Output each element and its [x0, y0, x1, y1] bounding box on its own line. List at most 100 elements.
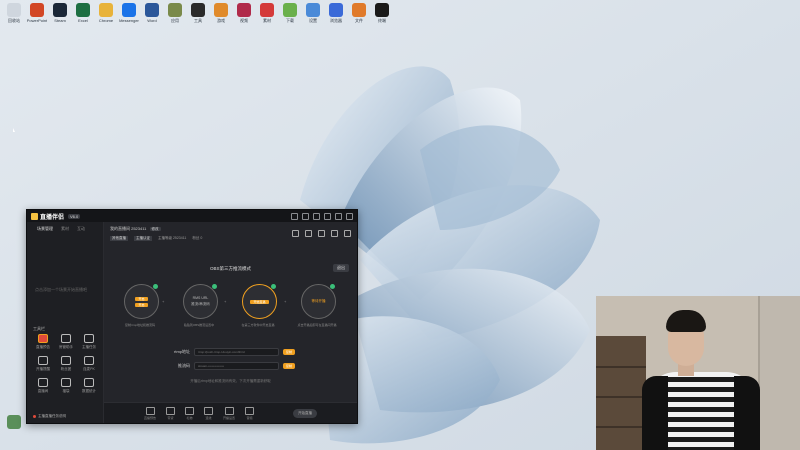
close-icon[interactable]	[346, 212, 353, 220]
step-4-status: 等待开播	[311, 299, 326, 303]
category-chip[interactable]: 其他直播	[110, 236, 128, 241]
desktop-icon[interactable]: Steam	[50, 3, 70, 23]
tool-label: 主播任务	[82, 345, 96, 349]
desktop-icon-label: Chrome	[98, 18, 114, 23]
app-icon	[237, 3, 251, 17]
desktop-icon[interactable]: 回收站	[4, 3, 24, 23]
tool-label: 房管助手	[59, 345, 73, 349]
desktop-icon[interactable]: 终端	[372, 3, 392, 23]
settings-icon[interactable]	[291, 212, 298, 220]
bottom-tool-item[interactable]: 连线	[204, 406, 214, 420]
tool-item[interactable]: 福袋	[56, 378, 76, 394]
desktop-icon[interactable]: Chrome	[96, 3, 116, 23]
rtmp-label: rtmp地址	[174, 349, 190, 354]
mic-icon[interactable]	[331, 230, 338, 237]
share-icon[interactable]	[292, 230, 299, 237]
desktop-icon[interactable]: Word	[142, 3, 162, 23]
desktop-icon[interactable]: 设置	[303, 3, 323, 23]
desktop-icon-label: 视频	[240, 18, 248, 23]
step-1-button-a[interactable]: 开启	[135, 296, 148, 301]
copy-stream-key-button[interactable]: 复制	[283, 363, 296, 369]
desktop-icon-label: 文件	[355, 18, 363, 23]
record-icon[interactable]	[305, 230, 312, 237]
desktop-icon[interactable]: Excel	[73, 3, 93, 23]
tool-icon	[38, 356, 48, 365]
desktop-icon[interactable]: 工具	[188, 3, 208, 23]
app-icon	[260, 3, 274, 17]
tool-icon	[61, 378, 71, 387]
mouse-cursor-icon	[13, 128, 15, 132]
step-1-button-b[interactable]: 开启	[135, 302, 148, 307]
bottom-tool-item[interactable]: 开播设置	[223, 406, 235, 420]
tool-item[interactable]: 连麦PK	[79, 356, 99, 372]
tool-item[interactable]: 房管助手	[56, 334, 76, 350]
tool-item[interactable]: 直播间	[33, 378, 53, 394]
menu-icon[interactable]	[313, 212, 320, 220]
arrow-icon: +	[284, 299, 287, 304]
tool-item[interactable]: 数据统计	[79, 378, 99, 394]
tab-scenes[interactable]: 场景管理	[37, 226, 53, 232]
tools-title: 工具栏	[33, 326, 45, 331]
app-icon	[375, 3, 389, 17]
skin-icon[interactable]	[302, 212, 309, 220]
desktop-icon[interactable]: Messenger	[119, 3, 139, 23]
beauty-icon[interactable]	[318, 230, 325, 237]
app-icon	[168, 3, 182, 17]
desktop-icon[interactable]: 下载	[280, 3, 300, 23]
bottom-tool-item[interactable]: 带货	[166, 406, 176, 420]
tab-interact[interactable]: 互动	[77, 226, 85, 232]
app-icon	[145, 3, 159, 17]
check-icon	[330, 284, 335, 289]
obs-hint: 开播后rtmp地址和推流码有效，下次开播需重新获取	[190, 379, 271, 383]
desktop-icon[interactable]: 浏览器	[326, 3, 346, 23]
copy-rtmp-button[interactable]: 复制	[283, 349, 296, 355]
start-live-main-button[interactable]: 开始直播	[293, 408, 317, 418]
rtmp-input[interactable]: rtmp://push-rtmp-l.douyin.com/third	[194, 348, 279, 356]
bottom-tool-label: 带货	[167, 415, 174, 420]
check-icon	[271, 284, 276, 289]
tool-item[interactable]: 直播预告	[33, 334, 53, 350]
bottom-tool-icon	[224, 406, 234, 415]
edit-room-button[interactable]: 修改	[149, 227, 161, 231]
arrow-icon: +	[162, 299, 165, 304]
app-title: 直播伴侣	[40, 214, 65, 221]
desktop-icon[interactable]: PowerPoint	[27, 3, 47, 23]
app-icon	[122, 3, 136, 17]
desktop-icon-bottom[interactable]	[4, 415, 24, 429]
step-4: 等待开播	[301, 284, 336, 319]
auth-chip[interactable]: 主播认证	[134, 236, 152, 241]
tool-item[interactable]: 主播任务	[79, 334, 99, 350]
door	[758, 296, 800, 450]
maximize-icon[interactable]	[335, 212, 342, 220]
sidebar-footer[interactable]: 主播直播任务说明	[33, 414, 66, 419]
sidebar-tabs: 场景管理 素材 互动	[27, 222, 103, 236]
step-1-desc: 复制rtmp地址和推流码	[124, 323, 155, 327]
title-bar: 直播伴侣 V6.0	[27, 210, 357, 222]
bottom-tool-item[interactable]: 音频	[245, 406, 255, 420]
start-live-button[interactable]: 开始直播	[250, 299, 269, 304]
desktop-icon[interactable]: 视频	[234, 3, 254, 23]
desktop-icon[interactable]: 游戏	[211, 3, 231, 23]
tool-item[interactable]: 粉丝团	[56, 356, 76, 372]
desktop-icon[interactable]: 素材	[257, 3, 277, 23]
tool-item[interactable]: 开播提醒	[33, 356, 53, 372]
bottom-tool-icon	[185, 406, 195, 415]
stream-key-label: 推流码	[178, 363, 190, 368]
tool-label: 开播提醒	[36, 367, 50, 371]
exit-obs-button[interactable]: 退出	[333, 264, 349, 272]
app-icon	[306, 3, 320, 17]
minimize-icon[interactable]	[324, 212, 331, 220]
tab-assets[interactable]: 素材	[61, 226, 69, 232]
bottom-tool-item[interactable]: 礼物	[185, 406, 195, 420]
desktop-icon[interactable]: 文件	[349, 3, 369, 23]
bottom-tool-icon	[166, 406, 176, 415]
app-icon	[30, 3, 44, 17]
more-icon[interactable]	[344, 230, 351, 237]
desktop-icon-label: Messenger	[119, 18, 139, 23]
rtmp-row: rtmp地址 rtmp://push-rtmp-l.douyin.com/thi…	[166, 348, 296, 356]
desktop-icon[interactable]: 应用	[165, 3, 185, 23]
main-panel: 我的直播间 2523411 修改 其他直播 主播认证 主播等级 2523411 …	[104, 222, 357, 423]
bottom-tool-item[interactable]: 直播预告	[144, 406, 156, 420]
room-name: 我的直播间 2523411	[110, 226, 147, 231]
stream-key-input[interactable]: stream-•••••••••••••••	[194, 362, 279, 370]
